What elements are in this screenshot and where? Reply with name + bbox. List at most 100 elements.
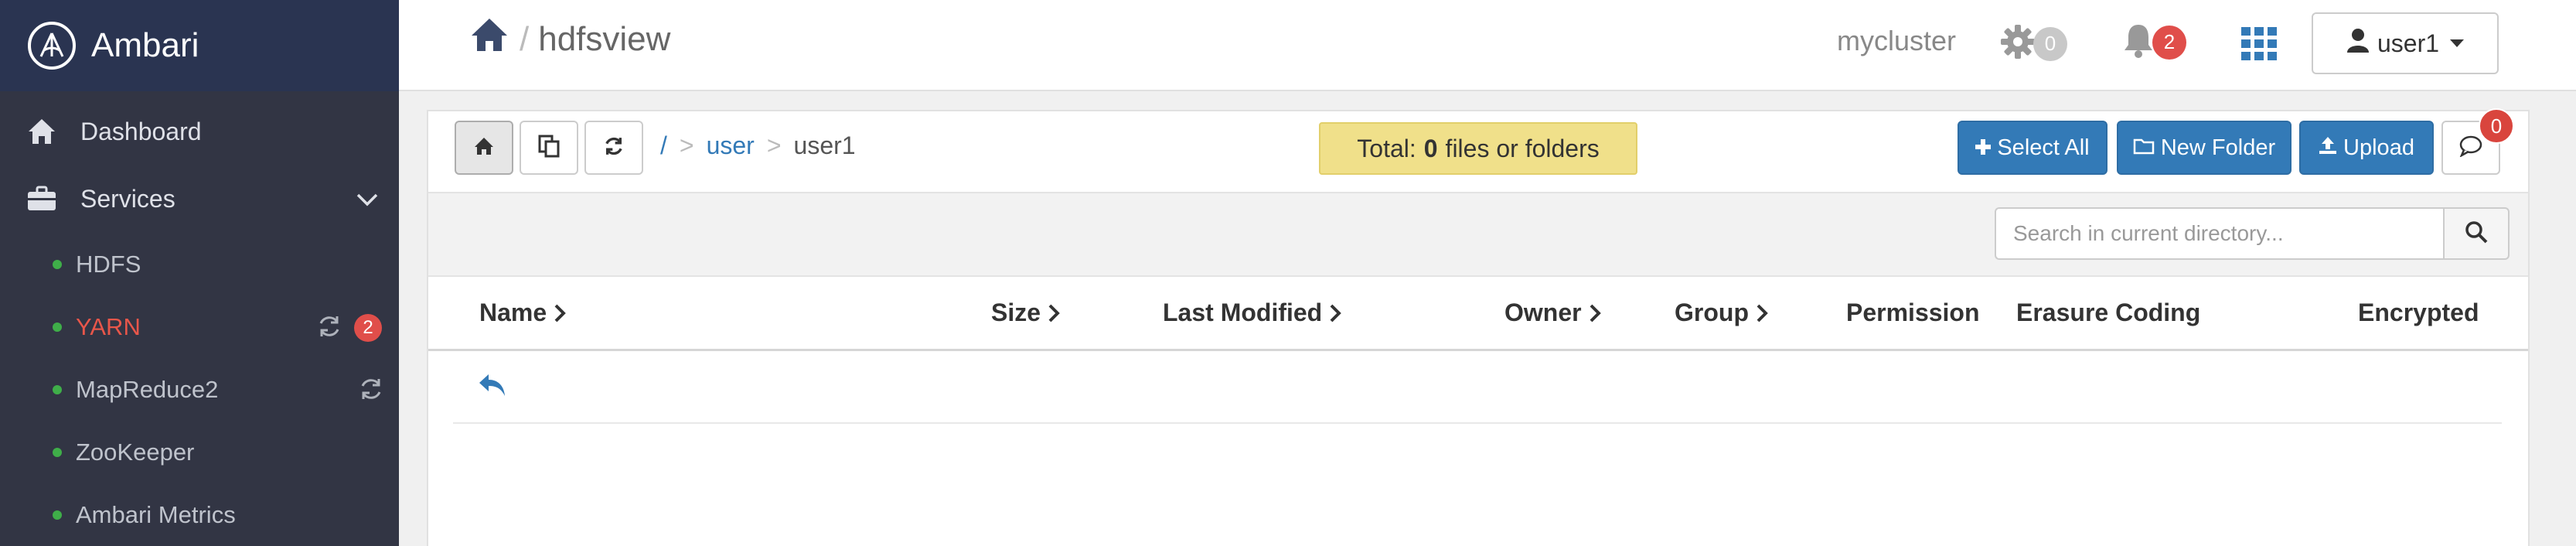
column-label: Size (991, 299, 1041, 326)
column-label: Erasure Coding (2016, 299, 2201, 326)
path-separator: > (679, 131, 694, 159)
service-name: ZooKeeper (76, 438, 195, 466)
column-label: Group (1675, 299, 1749, 326)
path-segment-link[interactable]: user (707, 131, 755, 160)
chevron-down-icon[interactable] (356, 185, 379, 213)
copy-path-button[interactable] (520, 121, 578, 175)
service-name: MapReduce2 (76, 375, 219, 403)
search-button[interactable] (2443, 207, 2510, 260)
bell-icon (2121, 22, 2155, 63)
upload-icon (2319, 135, 2337, 161)
messages-count-badge: 0 (2479, 108, 2514, 144)
column-label: Name (479, 299, 547, 326)
column-header-group[interactable]: Group (1675, 299, 1769, 327)
file-browser-panel: / > user > user1 Total: 0 files or folde… (427, 108, 2530, 546)
directory-path: / > user > user1 (660, 131, 856, 160)
sidebar: Ambari Dashboard Services HDFS YARN 2 Ma… (0, 0, 399, 546)
status-ok-icon (53, 384, 62, 394)
table-header: Name Size Last Modified Owner Group Perm… (428, 278, 2528, 351)
column-header-owner[interactable]: Owner (1504, 299, 1602, 327)
refresh-button[interactable] (584, 121, 643, 175)
search-bar (428, 192, 2528, 277)
service-yarn[interactable]: YARN 2 (0, 295, 399, 358)
gear-icon (1999, 23, 2036, 64)
column-label: Encrypted (2358, 299, 2479, 326)
search-input[interactable] (1995, 207, 2445, 260)
status-ok-icon (53, 322, 62, 332)
chevron-right-icon (1330, 304, 1342, 322)
views-grid-icon[interactable] (2240, 25, 2278, 66)
select-all-label: Select All (1997, 135, 2090, 160)
column-header-last-modified[interactable]: Last Modified (1163, 299, 1342, 327)
user-icon (2346, 28, 2370, 59)
upload-button[interactable]: Upload (2299, 121, 2434, 175)
background-ops[interactable]: 0 (1999, 23, 2067, 64)
new-folder-label: New Folder (2160, 135, 2276, 160)
chevron-right-icon (554, 304, 566, 322)
breadcrumb-separator: / (520, 19, 530, 58)
total-count-banner: Total: 0 files or folders (1319, 122, 1637, 175)
path-separator: > (766, 131, 782, 159)
alerts[interactable]: 2 (2121, 22, 2186, 63)
status-ok-icon (53, 510, 62, 520)
copy-icon (538, 135, 560, 162)
column-header-size[interactable]: Size (991, 299, 1061, 327)
top-bar: / hdfsview mycluster 0 2 user1 (399, 0, 2576, 91)
chevron-right-icon (1757, 304, 1768, 322)
column-header-erasure-coding: Erasure Coding (2016, 299, 2200, 327)
search-icon (2465, 220, 2488, 247)
home-icon[interactable] (470, 17, 509, 61)
column-header-name[interactable]: Name (479, 299, 567, 327)
service-mapreduce2[interactable]: MapReduce2 (0, 358, 399, 421)
column-label: Permission (1846, 299, 1980, 326)
caret-down-icon (2450, 39, 2465, 47)
alert-count-badge[interactable]: 2 (354, 314, 382, 342)
path-current: user1 (793, 131, 856, 159)
refresh-icon (602, 135, 625, 162)
app-name: Ambari (91, 26, 199, 64)
sidebar-item-label: Services (80, 184, 175, 213)
sidebar-item-label: Dashboard (80, 117, 202, 145)
sidebar-item-dashboard[interactable]: Dashboard (0, 98, 399, 165)
upload-label: Upload (2343, 135, 2414, 160)
path-root-link[interactable]: / (660, 131, 667, 160)
home-icon (474, 137, 494, 159)
column-header-encrypted: Encrypted (2358, 299, 2479, 327)
home-dir-button[interactable] (455, 121, 513, 175)
new-folder-button[interactable]: New Folder (2117, 121, 2291, 175)
total-suffix: files or folders (1445, 134, 1600, 162)
total-prefix: Total: (1357, 134, 1416, 162)
service-zookeeper[interactable]: ZooKeeper (0, 421, 399, 483)
restart-required-icon[interactable] (357, 375, 385, 409)
user-name: user1 (2377, 29, 2440, 57)
user-menu-button[interactable]: user1 (2312, 12, 2499, 74)
parent-directory-row[interactable] (453, 353, 2502, 424)
alerts-count-badge: 2 (2152, 25, 2186, 60)
select-all-button[interactable]: Select All (1958, 121, 2107, 175)
ambari-logo[interactable]: Ambari (0, 0, 399, 91)
restart-required-icon[interactable] (315, 312, 343, 346)
view-name: hdfsview (538, 19, 671, 58)
service-name: Ambari Metrics (76, 500, 236, 528)
briefcase-icon (25, 182, 59, 216)
column-label: Last Modified (1163, 299, 1323, 326)
folder-icon (2133, 135, 2155, 161)
service-ambari-metrics[interactable]: Ambari Metrics (0, 483, 399, 546)
sidebar-item-services[interactable]: Services (0, 165, 399, 233)
chevron-right-icon (1590, 304, 1601, 322)
breadcrumb: / hdfsview (470, 17, 670, 61)
service-name: HDFS (76, 250, 141, 278)
reply-arrow-icon (478, 373, 507, 401)
ambari-logo-icon (28, 22, 76, 70)
chevron-right-icon (1048, 304, 1060, 322)
column-label: Owner (1504, 299, 1582, 326)
status-ok-icon (53, 259, 62, 269)
home-icon (25, 114, 59, 148)
service-hdfs[interactable]: HDFS (0, 233, 399, 295)
plus-icon (1975, 135, 1992, 161)
status-ok-icon (53, 447, 62, 457)
comment-icon (2459, 135, 2482, 161)
cluster-name[interactable]: mycluster (1837, 25, 1956, 57)
ops-count-badge: 0 (2033, 26, 2067, 61)
total-count: 0 (1423, 134, 1438, 162)
